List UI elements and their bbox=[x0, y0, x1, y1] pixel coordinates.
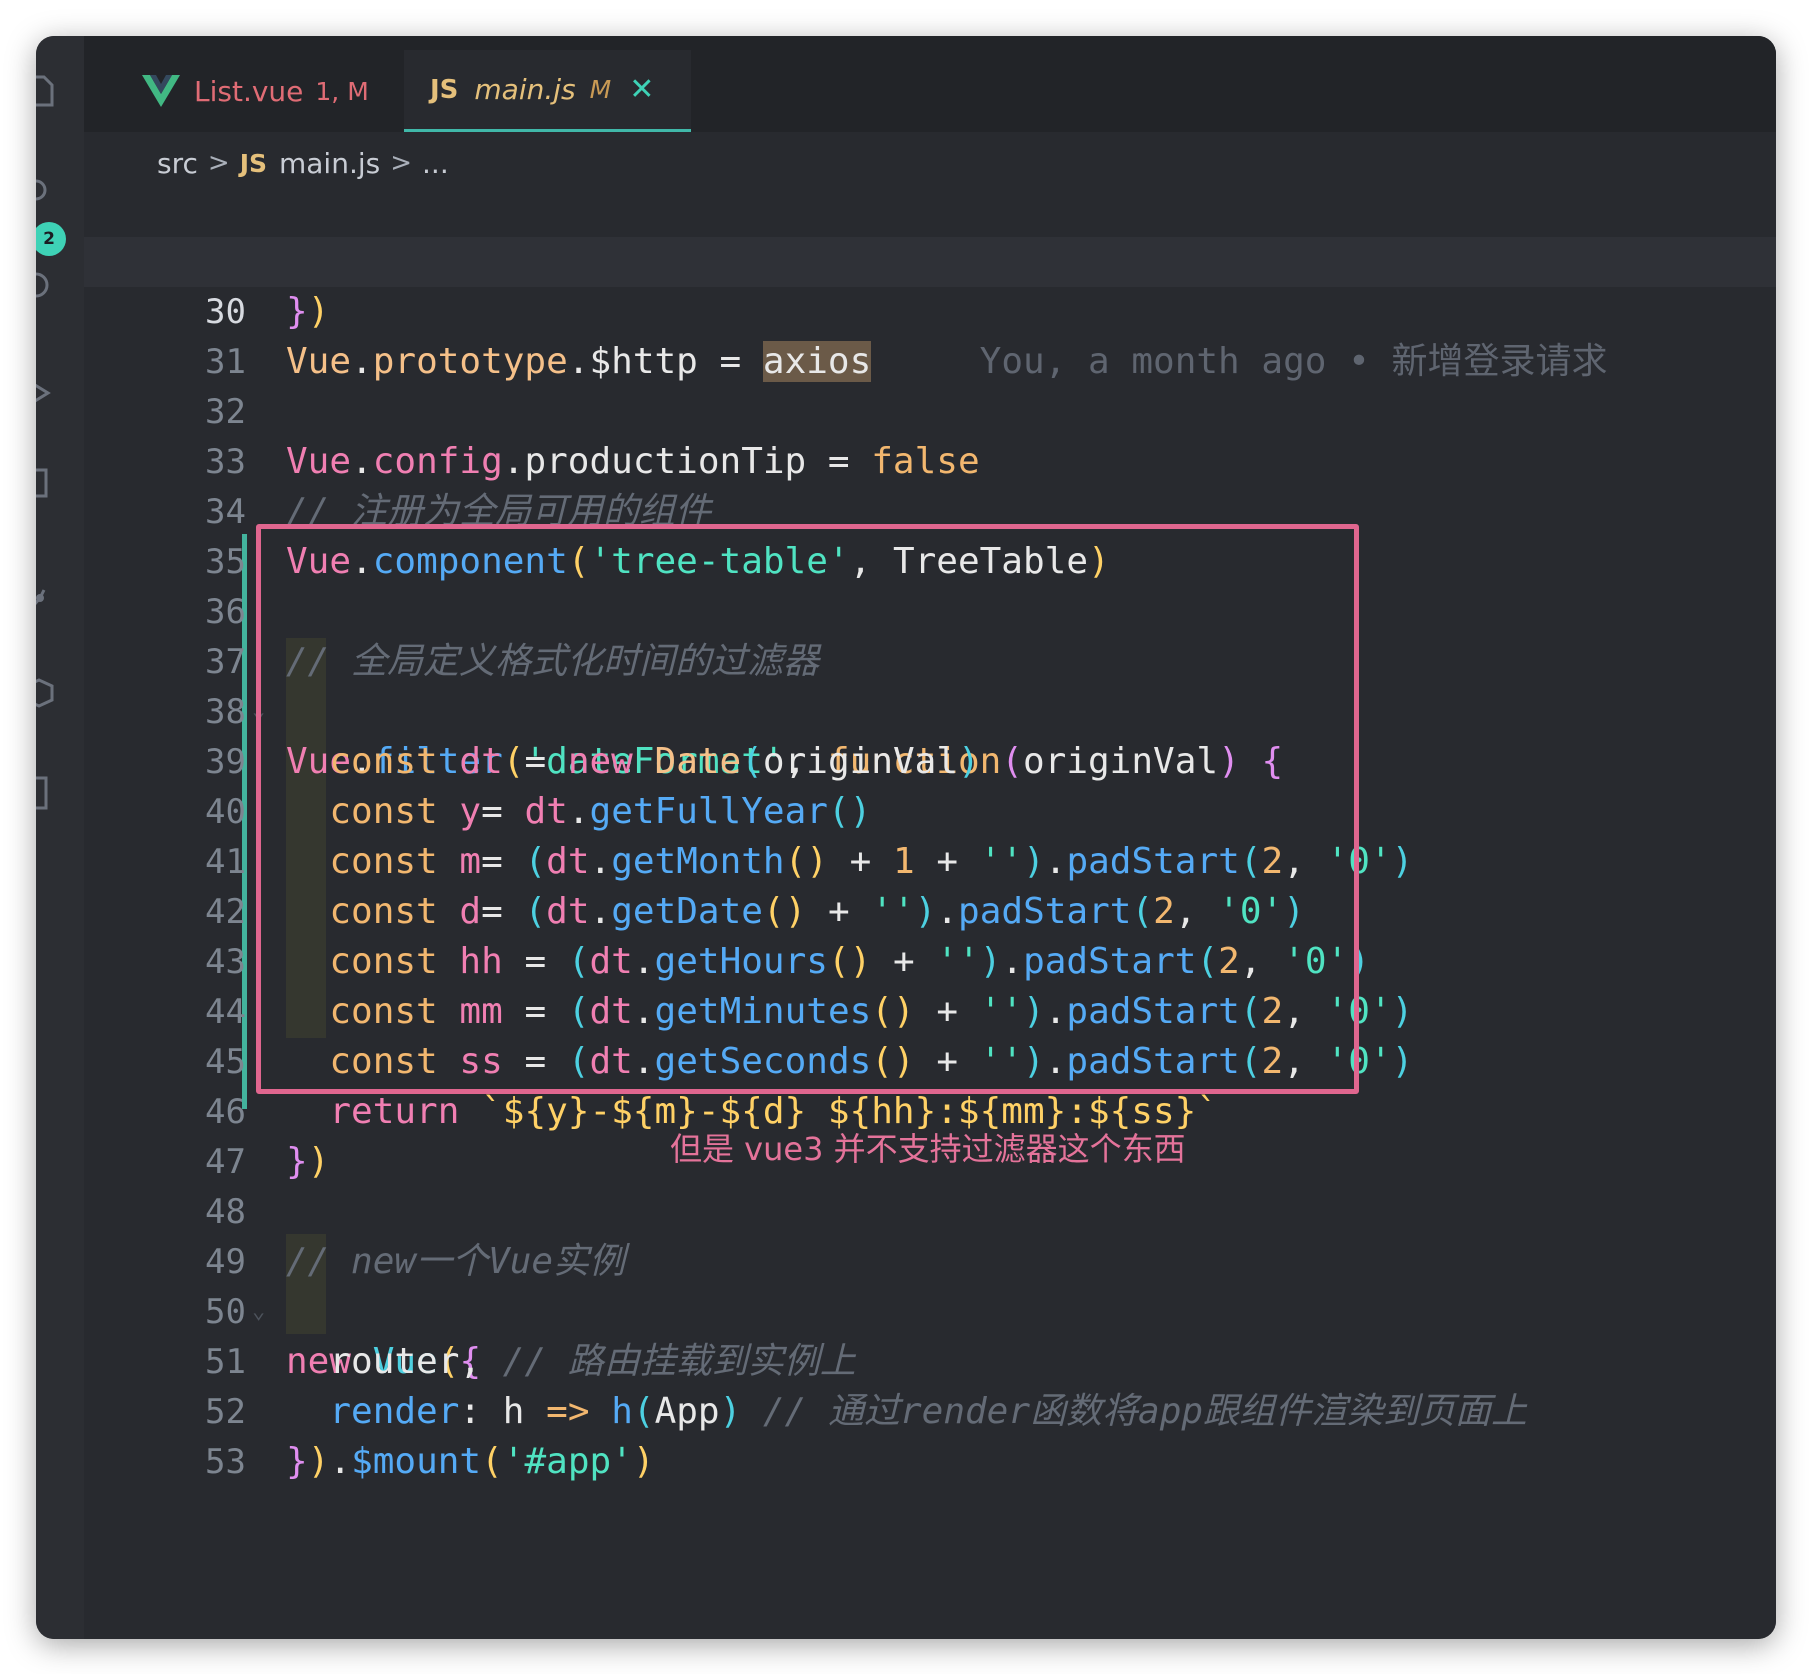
tab-status: 1, M bbox=[315, 76, 369, 106]
activity-bar: 2 bbox=[36, 36, 84, 1639]
editor-area: List.vue 1, M JS main.js M ✕ src > JS ma… bbox=[84, 36, 1776, 1639]
editor-window: 2 List.vue 1, M JS main.js M ✕ src > JS … bbox=[36, 36, 1776, 1639]
run-debug-icon[interactable] bbox=[36, 376, 56, 410]
breadcrumb-symbols[interactable]: ... bbox=[422, 147, 449, 180]
extensions-icon[interactable] bbox=[36, 466, 56, 500]
code-line: 34 Vue.component('tree-table', TreeTable… bbox=[205, 492, 1110, 582]
chevron-right-icon: > bbox=[390, 148, 413, 178]
source-control-badge: 2 bbox=[36, 222, 66, 256]
annotation-note: 但是 vue3 并不支持过滤器这个东西 bbox=[670, 1130, 1186, 1168]
code-editor[interactable]: 29 }) 30 Vue.prototype.$http = axios You… bbox=[84, 194, 1776, 1639]
git-graph-icon[interactable] bbox=[36, 584, 56, 618]
code-line: 52 }).$mount('#app') bbox=[205, 1392, 655, 1482]
tab-label: main.js bbox=[474, 73, 576, 106]
tab-list-vue[interactable]: List.vue 1, M bbox=[142, 50, 369, 132]
code-line: 49 ⌄ new Vue({ bbox=[205, 1242, 482, 1382]
tab-bar: List.vue 1, M JS main.js M ✕ bbox=[84, 36, 1776, 132]
breadcrumb: src > JS main.js > ... bbox=[84, 132, 1776, 194]
code-line-current: 30 Vue.prototype.$http = axios You, a mo… bbox=[84, 237, 1776, 382]
code-line: 29 }) bbox=[205, 242, 330, 332]
code-line: 50 router, // 路由挂载到实例上 bbox=[205, 1292, 856, 1382]
search-icon[interactable] bbox=[36, 176, 56, 210]
vue-icon bbox=[142, 75, 180, 107]
close-icon[interactable]: ✕ bbox=[629, 72, 654, 107]
code-line: 31 bbox=[205, 342, 246, 382]
package-icon[interactable] bbox=[36, 676, 56, 710]
code-line: 33 // 注册为全局可用的组件 bbox=[205, 442, 712, 532]
tab-main-js[interactable]: JS main.js M ✕ bbox=[404, 50, 691, 132]
chevron-right-icon: > bbox=[207, 148, 230, 178]
breadcrumb-folder[interactable]: src bbox=[157, 147, 198, 180]
tab-status: M bbox=[589, 75, 612, 104]
js-icon: JS bbox=[430, 74, 459, 105]
tab-label: List.vue bbox=[194, 74, 304, 108]
code-line: 51 render: h => h(App) // 通过render函数将app… bbox=[205, 1342, 1528, 1432]
explorer-icon[interactable] bbox=[36, 74, 56, 108]
annotation-highlight-box bbox=[256, 524, 1359, 1094]
code-line: 53 bbox=[205, 1442, 246, 1482]
bookmark-icon[interactable] bbox=[36, 776, 56, 810]
code-line: 32 Vue.config.productionTip = false bbox=[205, 392, 980, 482]
breadcrumb-file[interactable]: main.js bbox=[279, 147, 380, 180]
js-icon: JS bbox=[239, 148, 267, 178]
source-control-icon[interactable] bbox=[36, 268, 56, 302]
